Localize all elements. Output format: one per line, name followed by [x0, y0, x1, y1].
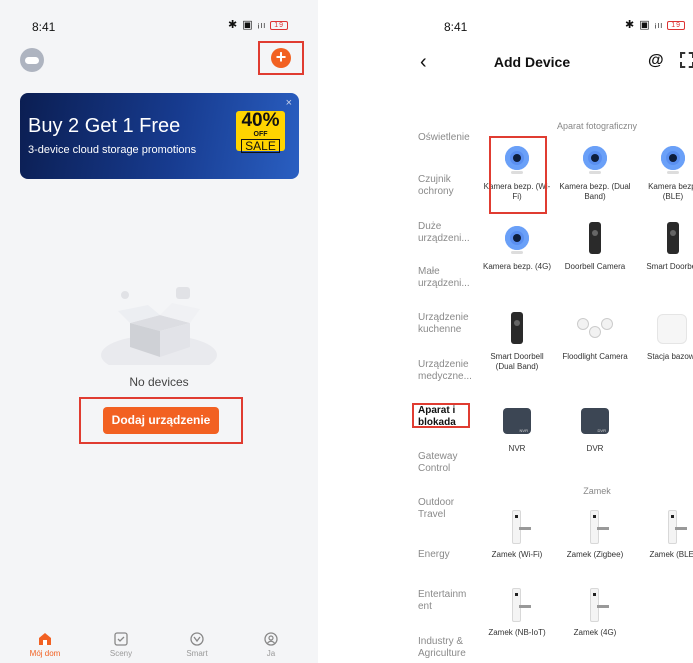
battery-icon: 19 [667, 20, 686, 30]
promo-banner[interactable]: × Buy 2 Get 1 Free 3-device cloud storag… [20, 93, 299, 179]
add-device-plus-button[interactable]: + [271, 48, 291, 68]
add-device-screen: 8:41 ✱ ▣ ᵢₗₗ 19 ‹ Add Device @ Oświetlen… [382, 0, 693, 663]
tab-bar: Mój dom Sceny Smart Ja [0, 626, 318, 663]
tab-label: Smart [186, 649, 208, 658]
category-item[interactable]: Industry & Agriculture [418, 636, 482, 660]
category-item[interactable]: Urządzenie kuchenne [418, 312, 482, 336]
banner-title: Buy 2 Get 1 Free [28, 115, 181, 137]
signal-icons: ✱ ▣ ᵢₗₗ [228, 19, 267, 31]
device-lock-4g[interactable]: Zamek (4G) [559, 588, 631, 638]
status-bar: 8:41 ✱ ▣ ᵢₗₗ 19 [0, 0, 318, 40]
status-icons: ✱ ▣ ᵢₗₗ 19 [228, 18, 289, 31]
battery-icon: 19 [270, 20, 289, 30]
nvr-icon: NVR [503, 408, 531, 434]
device-floodlight-camera[interactable]: Floodlight Camera [559, 312, 631, 362]
lock-icon [590, 588, 609, 622]
sale-percent: 40% [241, 110, 280, 131]
device-dual-band-camera[interactable]: Kamera bezp. (Dual Band) [559, 142, 631, 202]
dvr-icon: DVR [581, 408, 609, 434]
empty-box-illustration [101, 287, 217, 365]
tab-label: Ja [266, 649, 276, 658]
device-dvr[interactable]: DVR DVR [559, 404, 631, 454]
base-station-icon [657, 314, 687, 344]
device-ble-camera[interactable]: Kamera bezp. (BLE) [637, 142, 693, 202]
home-screen: 8:41 ✱ ▣ ᵢₗₗ 19 + × Buy 2 Get 1 Free 3-d… [0, 0, 318, 663]
doorbell-icon [667, 222, 679, 254]
qr-scan-icon[interactable] [680, 52, 693, 68]
auto-scan-icon[interactable]: @ [648, 52, 664, 70]
device-4g-camera[interactable]: Kamera bezp. (4G) [481, 222, 553, 272]
device-lock-zigbee[interactable]: Zamek (Zigbee) [559, 510, 631, 560]
category-item[interactable]: Małe urządzeni... [418, 266, 482, 290]
camera-icon [661, 146, 685, 170]
category-item[interactable]: Czujnik ochrony [418, 174, 482, 198]
section-title-lock: Zamek [583, 486, 611, 496]
category-item[interactable]: Oświetlenie [418, 132, 482, 144]
lock-icon [668, 510, 687, 544]
category-item[interactable]: Gateway Control [418, 451, 482, 475]
tab-label: Mój dom [29, 649, 61, 658]
close-icon[interactable]: × [286, 97, 292, 109]
home-icon [39, 633, 51, 645]
smart-icon [190, 632, 204, 646]
signal-icons: ✱ ▣ ᵢₗₗ [625, 19, 664, 31]
device-lock-nbiot[interactable]: Zamek (NB-IoT) [481, 588, 553, 638]
category-item[interactable]: Energy [418, 549, 482, 561]
category-item[interactable]: Duże urządzeni... [418, 221, 482, 245]
device-smart-doorbell-dual[interactable]: Smart Doorbell (Dual Band) [481, 312, 553, 372]
device-nvr[interactable]: NVR NVR [481, 404, 553, 454]
add-device-button[interactable]: Dodaj urządzenie [103, 407, 219, 434]
checkbox-icon [114, 632, 128, 646]
camera-icon [583, 146, 607, 170]
sale-off: OFF [253, 131, 268, 138]
device-lock-wifi[interactable]: Zamek (Wi-Fi) [481, 510, 553, 560]
sale-badge: 40% OFF SALE [236, 110, 285, 153]
status-bar: 8:41 ✱ ▣ ᵢₗₗ 19 [382, 0, 693, 40]
empty-state-text: No devices [129, 375, 189, 389]
tab-me[interactable]: Ja [241, 632, 301, 658]
status-icons: ✱ ▣ ᵢₗₗ 19 [625, 18, 686, 31]
banner-subtitle: 3-device cloud storage promotions [28, 144, 197, 156]
device-lock-ble[interactable]: Zamek (BLE) [637, 510, 693, 560]
profile-icon [264, 632, 278, 646]
device-highlight [489, 136, 547, 214]
device-smart-doorbell[interactable]: Smart Doorbell [637, 222, 693, 272]
lock-icon [590, 510, 609, 544]
section-title-camera: Aparat fotograficzny [556, 121, 638, 131]
category-item[interactable]: Urządzenie medyczne... [418, 359, 482, 383]
category-highlight [412, 403, 470, 428]
floodlight-icon [577, 318, 613, 338]
category-item[interactable]: Entertainm ent [418, 589, 468, 613]
avatar[interactable] [20, 48, 44, 72]
camera-icon [505, 226, 529, 250]
tab-label: Sceny [109, 649, 133, 658]
lock-icon [512, 510, 531, 544]
doorbell-icon [511, 312, 523, 344]
category-item[interactable]: Outdoor Travel [418, 497, 482, 521]
add-device-button-highlight: Dodaj urządzenie [79, 397, 243, 444]
device-doorbell-camera[interactable]: Doorbell Camera [559, 222, 631, 272]
tab-home[interactable]: Mój dom [15, 632, 75, 658]
lock-icon [512, 588, 531, 622]
device-base-station[interactable]: Stacja bazowa [637, 312, 693, 362]
status-time: 8:41 [32, 20, 56, 34]
tab-scenes[interactable]: Sceny [91, 632, 151, 658]
add-device-highlight: + [258, 41, 304, 75]
sale-word: SALE [241, 139, 280, 153]
page-title: Add Device [493, 54, 571, 70]
status-time: 8:41 [444, 20, 468, 34]
tab-smart[interactable]: Smart [167, 632, 227, 658]
doorbell-icon [589, 222, 601, 254]
